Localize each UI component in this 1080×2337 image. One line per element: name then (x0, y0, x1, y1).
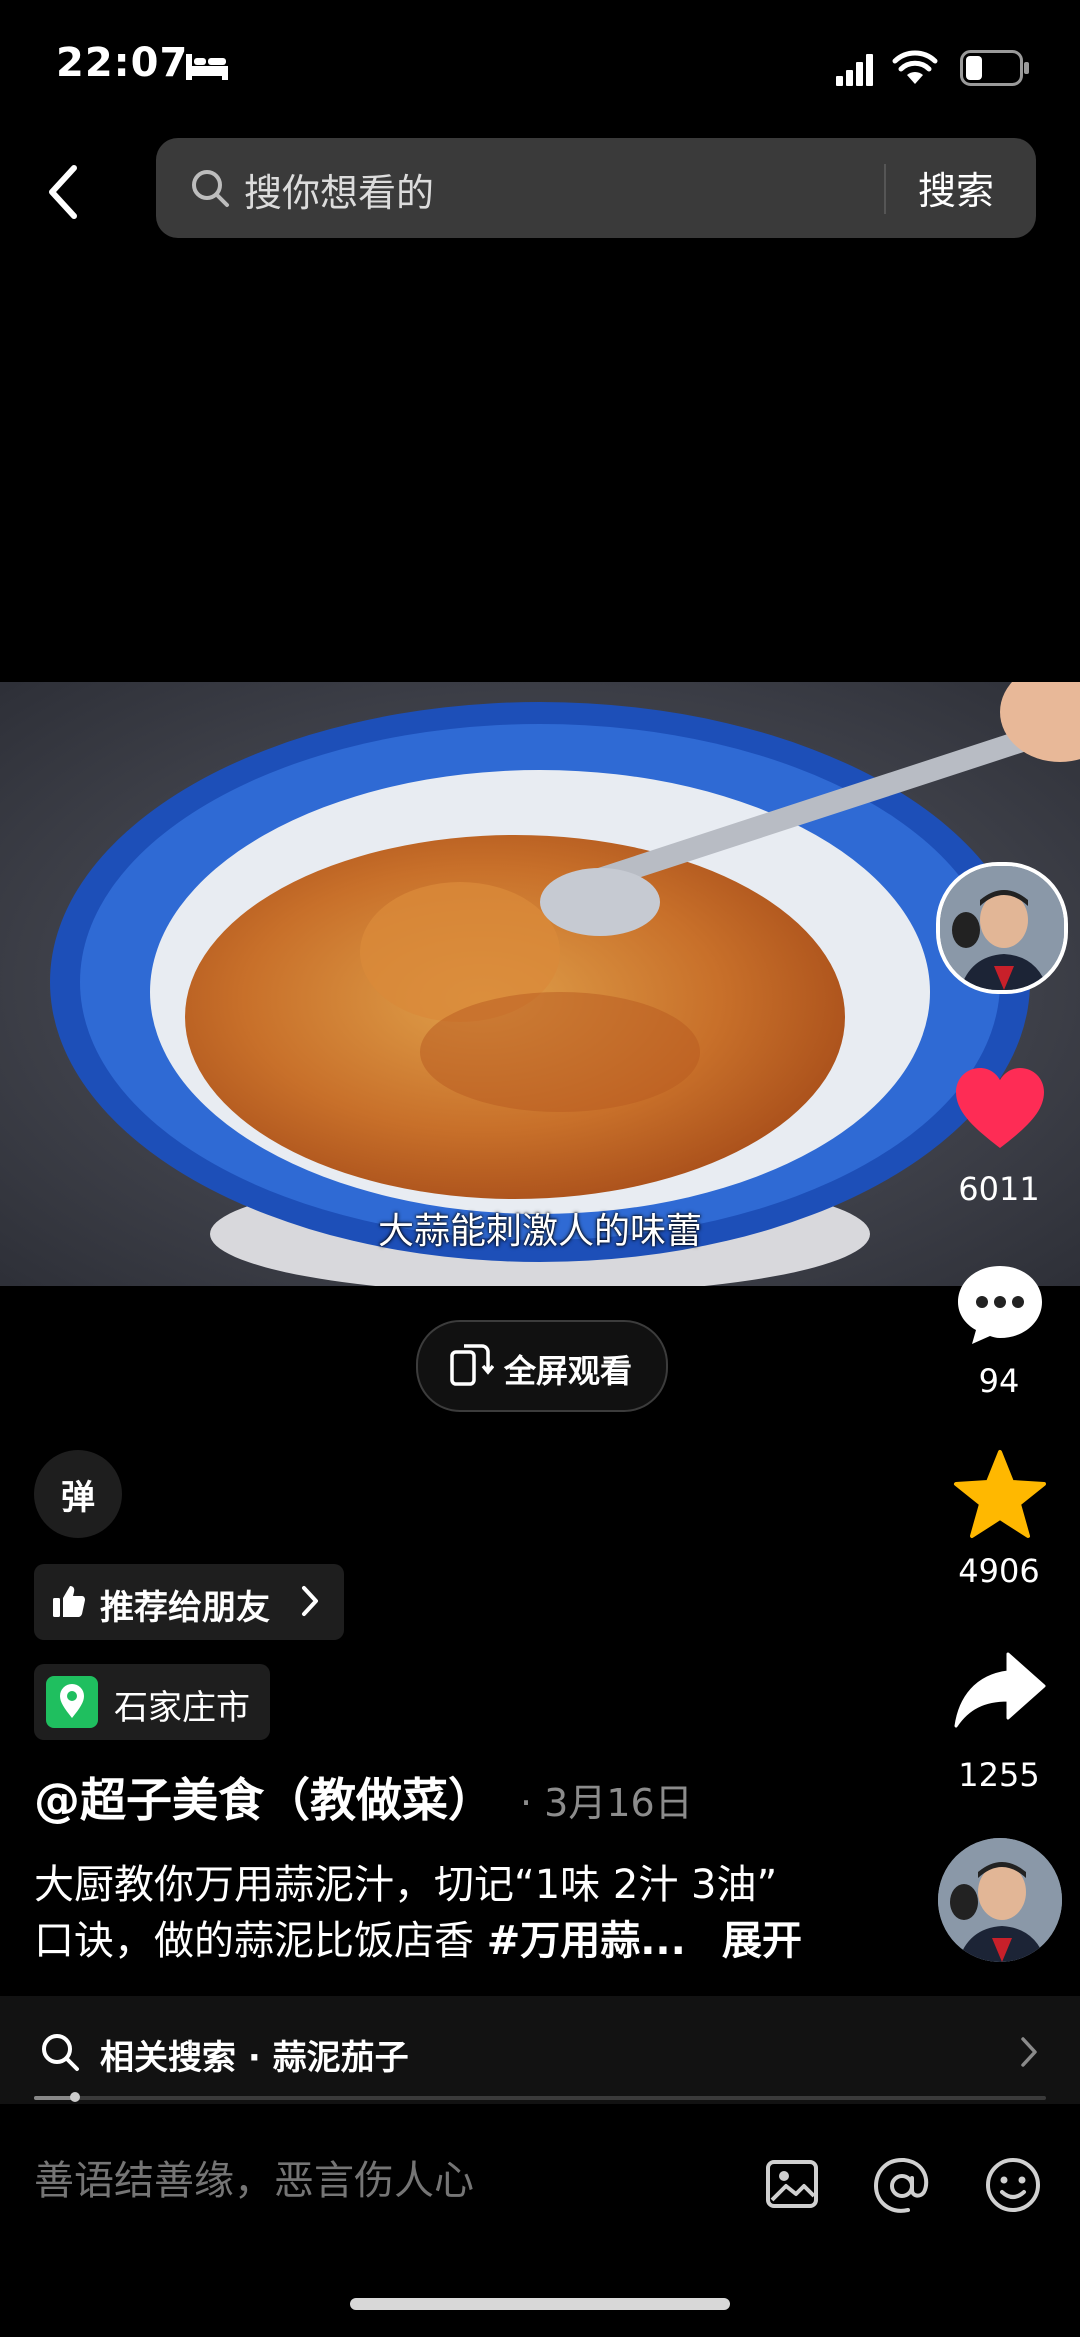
search-input[interactable]: 搜你想看的 (244, 162, 434, 217)
author-name[interactable]: @超子美食（教做菜） (34, 1764, 494, 1830)
comment-count: 94 (978, 1362, 1020, 1400)
battery-icon (960, 50, 1029, 86)
cellular-signal-icon (836, 54, 873, 86)
danmu-label: 弹 (61, 1478, 95, 1518)
favorite-star-icon[interactable] (952, 1448, 1048, 1540)
status-time: 22:07 (56, 40, 189, 86)
hashtag-link[interactable]: #万用蒜... (487, 1918, 686, 1964)
home-indicator[interactable] (350, 2298, 730, 2310)
description-line-2: 口诀，做的蒜泥比饭店香 #万用蒜... (34, 1908, 686, 1966)
video-progress-fill (34, 2096, 74, 2100)
post-date: · 3月16日 (520, 1781, 693, 1825)
expand-button[interactable]: 展开 (722, 1908, 802, 1966)
favorite-count: 4906 (958, 1552, 1040, 1590)
location-label: 石家庄市 (114, 1688, 250, 1728)
share-count: 1255 (958, 1756, 1040, 1794)
description-text: 口诀，做的蒜泥比饭店香 (34, 1918, 487, 1964)
disc-image (938, 1838, 1062, 1962)
mention-at-icon[interactable] (872, 2156, 932, 2216)
rotate-screen-icon (450, 1344, 494, 1386)
search-divider (884, 164, 886, 214)
author-avatar[interactable] (936, 862, 1068, 994)
chevron-right-icon (302, 1586, 318, 1616)
video-progress-track[interactable] (34, 2096, 1046, 2100)
comment-icon[interactable] (954, 1262, 1046, 1346)
video-frame-image (0, 682, 1080, 1286)
like-count: 6011 (958, 1170, 1040, 1208)
image-picker-icon[interactable] (764, 2156, 820, 2212)
description-line-1: 大厨教你万用蒜泥汁，切记“1味 2汁 3油” (34, 1862, 778, 1908)
share-icon[interactable] (952, 1650, 1048, 1730)
video-player[interactable] (0, 682, 1080, 1286)
music-disc-avatar[interactable] (938, 1838, 1062, 1962)
wifi-icon (892, 50, 938, 84)
thumbs-up-icon (53, 1586, 85, 1617)
related-search-label: 相关搜索 · 蒜泥茄子 (100, 2038, 409, 2078)
location-pin-icon (46, 1676, 98, 1728)
search-icon (42, 2034, 79, 2071)
back-icon[interactable] (44, 164, 84, 220)
search-icon (192, 170, 229, 207)
like-icon[interactable] (954, 1066, 1046, 1150)
search-button[interactable]: 搜索 (918, 160, 994, 215)
emoji-icon[interactable] (984, 2156, 1042, 2214)
chevron-right-icon (1021, 2037, 1037, 2067)
fullscreen-label: 全屏观看 (504, 1352, 633, 1390)
video-subtitle: 大蒜能刺激人的味蕾 (377, 1211, 702, 1252)
sleep-mode-icon (186, 54, 228, 80)
avatar-image (940, 866, 1064, 990)
recommend-label: 推荐给朋友 (100, 1588, 270, 1628)
video-progress-handle[interactable] (70, 2092, 80, 2102)
comment-input[interactable] (34, 2158, 734, 2204)
